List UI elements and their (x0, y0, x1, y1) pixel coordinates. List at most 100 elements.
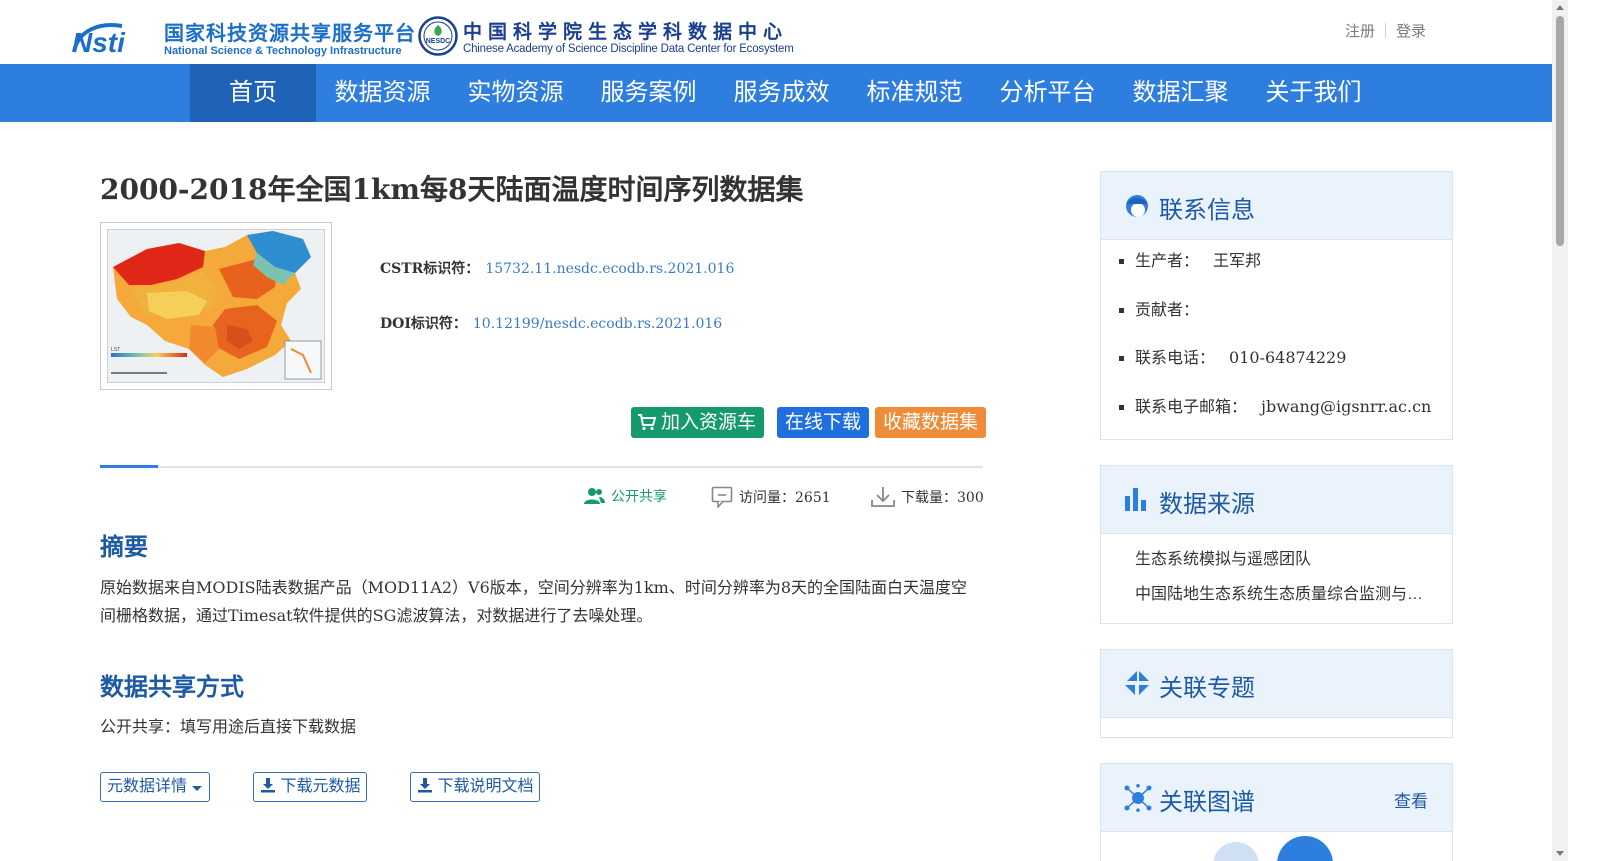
auth-divider (1384, 23, 1386, 38)
online-download-button[interactable]: 在线下载 (777, 407, 870, 438)
download-icon (418, 778, 432, 793)
center-name-cn: 中国科学院生态学科数据中心 (463, 22, 789, 43)
data-source-item[interactable]: 生态系统模拟与遥感团队 (1135, 542, 1425, 577)
abstract-heading: 摘要 (100, 534, 148, 561)
download-metadata-label: 下载元数据 (280, 778, 361, 795)
metadata-details-label: 元数据详情 (107, 778, 188, 795)
auth-links: 注册 登录 (1345, 20, 1426, 41)
share-mode-heading: 数据共享方式 (100, 674, 244, 701)
login-link[interactable]: 登录 (1396, 20, 1426, 41)
contact-panel: 联系信息 生产者： 王军邦 贡献者： 联系电话： 010-64874229 联系电子… (1100, 171, 1453, 440)
add-to-cart-button[interactable]: 加入资源车 (631, 407, 765, 438)
data-source-list: 生态系统模拟与遥感团队 中国陆地生态系统生态质量综合监测与评估 (1101, 534, 1452, 612)
svg-text:Nsti: Nsti (72, 27, 126, 58)
caret-down-icon (192, 786, 203, 791)
abstract-text: 原始数据来自MODIS陆表数据产品（MOD11A2）V6版本，空间分辨率为1km… (100, 578, 967, 625)
site-header: Nsti 国家科技资源共享服务平台 National Science & Tec… (0, 0, 1552, 64)
download-icon (261, 778, 275, 793)
center-name-en: Chinese Academy of Science Discipline Da… (463, 43, 794, 55)
platform-name-en: National Science & Technology Infrastruc… (164, 45, 402, 57)
cstr-label: CSTR标识符： (380, 261, 480, 277)
dataset-title: 2000-2018年全国1km每8天陆面温度时间序列数据集 (100, 173, 804, 206)
cnsti-logo-icon[interactable]: Nsti (70, 16, 158, 58)
graph-node[interactable] (1213, 842, 1259, 861)
page-scrollbar[interactable] (1552, 0, 1568, 861)
related-graph-panel-title: 关联图谱 (1159, 789, 1255, 816)
contact-label: 联系电话： (1135, 350, 1216, 367)
section-divider (100, 465, 983, 468)
nav-item-service-cases[interactable]: 服务案例 (582, 64, 715, 122)
related-topic-panel-title: 关联专题 (1159, 675, 1255, 702)
metadata-details-dropdown[interactable]: 元数据详情 (100, 772, 211, 802)
visits-stat: 访问量：2651 (711, 486, 831, 508)
public-share-stat: 公开共享 (583, 486, 667, 506)
download-doc-button[interactable]: 下载说明文档 (410, 772, 541, 802)
contact-value: 010-64874229 (1229, 348, 1347, 367)
person-icon (1126, 195, 1148, 217)
contact-email: 联系电子邮箱： jbwang@igsnrr.ac.cn (1119, 383, 1452, 432)
users-icon (584, 488, 605, 504)
download-icon (871, 487, 895, 507)
contact-value: jbwang@igsnrr.ac.cn (1261, 396, 1432, 416)
nav-menu: 首页 数据资源 实物资源 服务案例 服务成效 标准规范 分析平台 数据汇聚 关于… (190, 64, 1380, 122)
related-topic-panel: 关联专题 (1100, 649, 1453, 738)
favorite-dataset-button[interactable]: 收藏数据集 (875, 407, 987, 438)
scroll-down-arrow-icon[interactable] (1556, 851, 1564, 856)
cstr-identifier: CSTR标识符： 15732.11.nesdc.ecodb.rs.2021.016 (380, 258, 734, 278)
network-graph-icon (1124, 784, 1152, 812)
topic-icon (1125, 671, 1149, 695)
downloads-stat: 下载量：300 (871, 486, 984, 508)
contact-label: 贡献者： (1135, 301, 1200, 319)
download-doc-label: 下载说明文档 (437, 778, 534, 795)
contact-label: 联系电子邮箱： (1135, 398, 1248, 416)
thumbnail-legend-label: LST (111, 347, 120, 353)
platform-name-cn: 国家科技资源共享服务平台 (164, 23, 416, 45)
contact-value: 王军邦 (1213, 251, 1262, 270)
china-lst-map-image: LST (107, 229, 325, 383)
download-metadata-button[interactable]: 下载元数据 (253, 772, 368, 802)
nav-item-home[interactable]: 首页 (190, 64, 316, 122)
scrollbar-thumb[interactable] (1556, 16, 1564, 246)
register-link[interactable]: 注册 (1345, 20, 1375, 41)
add-to-cart-label: 加入资源车 (661, 412, 757, 433)
cstr-value-link[interactable]: 15732.11.nesdc.ecodb.rs.2021.016 (485, 261, 734, 277)
downloads-count: 下载量：300 (901, 490, 984, 506)
comment-icon (711, 486, 733, 508)
main-nav: 首页 数据资源 实物资源 服务案例 服务成效 标准规范 分析平台 数据汇聚 关于… (0, 64, 1552, 122)
data-source-panel-title: 数据来源 (1159, 491, 1255, 518)
contact-label: 生产者： (1135, 253, 1200, 270)
view-graph-link[interactable]: 查看 (1394, 787, 1428, 812)
nav-item-physical-resources[interactable]: 实物资源 (449, 64, 582, 122)
visits-count: 访问量：2651 (739, 490, 831, 506)
related-graph-panel-header: 关联图谱 查看 (1101, 764, 1452, 832)
contact-list: 生产者： 王军邦 贡献者： 联系电话： 010-64874229 联系电子邮箱： jb… (1101, 237, 1452, 431)
nav-item-data-aggregation[interactable]: 数据汇聚 (1114, 64, 1247, 122)
divider-accent (100, 465, 158, 468)
doi-value-link[interactable]: 10.12199/nesdc.ecodb.rs.2021.016 (473, 316, 722, 332)
related-topic-panel-header: 关联专题 (1101, 650, 1452, 718)
nav-item-standards[interactable]: 标准规范 (848, 64, 981, 122)
graph-node[interactable] (1277, 836, 1333, 861)
data-source-item[interactable]: 中国陆地生态系统生态质量综合监测与评估 (1135, 577, 1425, 612)
related-graph-panel: 关联图谱 查看 (1100, 763, 1453, 861)
shopping-cart-icon (638, 414, 657, 431)
nav-item-service-outcomes[interactable]: 服务成效 (715, 64, 848, 122)
scroll-up-arrow-icon[interactable] (1556, 5, 1564, 10)
nav-item-analysis-platform[interactable]: 分析平台 (981, 64, 1114, 122)
nesdc-badge-text: NESDC (426, 38, 451, 45)
data-source-panel: 数据来源 生态系统模拟与遥感团队 中国陆地生态系统生态质量综合监测与评估 (1100, 465, 1453, 624)
contact-panel-title: 联系信息 (1159, 197, 1255, 224)
contact-panel-header: 联系信息 (1101, 172, 1452, 240)
contact-phone: 联系电话： 010-64874229 (1119, 334, 1452, 383)
nesdc-logo-icon[interactable]: NESDC (418, 16, 458, 56)
bar-chart-icon (1125, 488, 1146, 511)
contact-producer: 生产者： 王军邦 (1119, 237, 1452, 286)
contact-contributor: 贡献者： (1119, 286, 1452, 335)
nav-item-about-us[interactable]: 关于我们 (1247, 64, 1380, 122)
doi-label: DOI标识符： (380, 316, 467, 332)
dataset-thumbnail[interactable]: LST (100, 222, 332, 390)
doi-identifier: DOI标识符： 10.12199/nesdc.ecodb.rs.2021.016 (380, 313, 722, 333)
nav-item-data-resources[interactable]: 数据资源 (316, 64, 449, 122)
share-mode-text: 公开共享：填写用途后直接下载数据 (100, 717, 357, 736)
data-source-panel-header: 数据来源 (1101, 466, 1452, 534)
